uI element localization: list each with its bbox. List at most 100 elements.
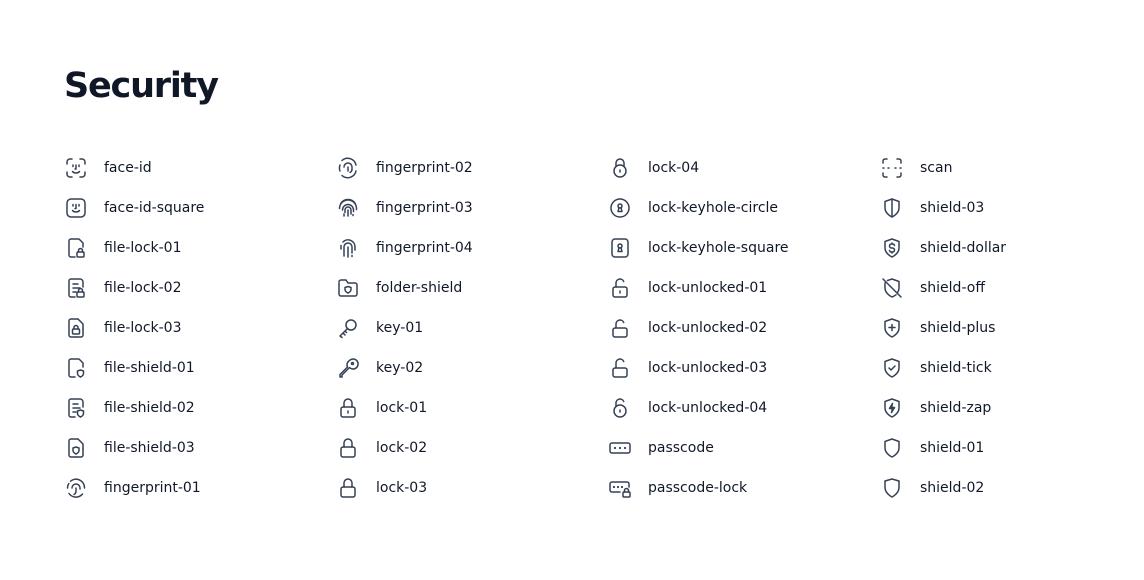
icon-label: folder-shield <box>376 280 463 296</box>
icon-item-folder-shield: folder-shield <box>336 268 608 308</box>
icon-item-fingerprint-03: fingerprint-03 <box>336 188 608 228</box>
file-shield-03-icon <box>64 436 88 460</box>
icon-label: fingerprint-04 <box>376 240 473 256</box>
icon-item-lock-01: lock-01 <box>336 388 608 428</box>
file-shield-02-icon <box>64 396 88 420</box>
icon-item-lock-04: lock-04 <box>608 148 880 188</box>
shield-02-icon <box>880 476 904 500</box>
shield-zap-icon <box>880 396 904 420</box>
file-lock-01-icon <box>64 236 88 260</box>
key-02-icon <box>336 356 360 380</box>
icon-item-face-id-square: face-id-square <box>64 188 336 228</box>
shield-dollar-icon <box>880 236 904 260</box>
icon-label: lock-01 <box>376 400 428 416</box>
icon-label: lock-04 <box>648 160 700 176</box>
icon-item-lock-unlocked-03: lock-unlocked-03 <box>608 348 880 388</box>
icon-label: face-id-square <box>104 200 205 216</box>
icon-label: lock-unlocked-03 <box>648 360 768 376</box>
shield-03-icon <box>880 196 904 220</box>
lock-04-icon <box>608 156 632 180</box>
icon-item-shield-03: shield-03 <box>880 188 1144 228</box>
icon-item-shield-plus: shield-plus <box>880 308 1144 348</box>
icon-item-shield-01: shield-01 <box>880 428 1144 468</box>
icon-item-lock-02: lock-02 <box>336 428 608 468</box>
icon-item-file-shield-02: file-shield-02 <box>64 388 336 428</box>
icon-label: lock-02 <box>376 440 428 456</box>
icon-item-lock-03: lock-03 <box>336 468 608 508</box>
icon-item-passcode: passcode <box>608 428 880 468</box>
icon-item-fingerprint-01: fingerprint-01 <box>64 468 336 508</box>
icon-item-file-shield-03: file-shield-03 <box>64 428 336 468</box>
face-id-icon <box>64 156 88 180</box>
file-shield-01-icon <box>64 356 88 380</box>
icon-label: file-lock-01 <box>104 240 182 256</box>
icon-label: passcode <box>648 440 714 456</box>
icon-label: lock-keyhole-square <box>648 240 789 256</box>
icon-item-shield-off: shield-off <box>880 268 1144 308</box>
page-title: Security <box>64 66 219 106</box>
icon-label: lock-unlocked-04 <box>648 400 768 416</box>
icon-item-lock-unlocked-04: lock-unlocked-04 <box>608 388 880 428</box>
icon-label: key-01 <box>376 320 424 336</box>
icon-item-scan: scan <box>880 148 1144 188</box>
lock-keyhole-square-icon <box>608 236 632 260</box>
icon-label: lock-03 <box>376 480 428 496</box>
icon-label: shield-dollar <box>920 240 1007 256</box>
icon-label: face-id <box>104 160 152 176</box>
icon-label: key-02 <box>376 360 424 376</box>
icon-label: fingerprint-02 <box>376 160 473 176</box>
icon-label: file-shield-03 <box>104 440 195 456</box>
icon-item-lock-unlocked-02: lock-unlocked-02 <box>608 308 880 348</box>
icon-item-key-01: key-01 <box>336 308 608 348</box>
icon-label: lock-unlocked-01 <box>648 280 768 296</box>
icon-label: file-lock-03 <box>104 320 182 336</box>
file-lock-02-icon <box>64 276 88 300</box>
icon-item-lock-keyhole-circle: lock-keyhole-circle <box>608 188 880 228</box>
icon-item-shield-tick: shield-tick <box>880 348 1144 388</box>
lock-unlocked-03-icon <box>608 356 632 380</box>
icon-label: shield-03 <box>920 200 985 216</box>
passcode-icon <box>608 436 632 460</box>
icon-label: fingerprint-01 <box>104 480 201 496</box>
icon-item-file-lock-02: file-lock-02 <box>64 268 336 308</box>
icon-item-lock-keyhole-square: lock-keyhole-square <box>608 228 880 268</box>
lock-unlocked-04-icon <box>608 396 632 420</box>
icon-grid: face-id face-id-square file-lock-01 file-lo… <box>64 148 1144 508</box>
icon-label: lock-unlocked-02 <box>648 320 768 336</box>
icon-item-fingerprint-04: fingerprint-04 <box>336 228 608 268</box>
icon-label: shield-off <box>920 280 985 296</box>
face-id-square-icon <box>64 196 88 220</box>
icon-item-fingerprint-02: fingerprint-02 <box>336 148 608 188</box>
icon-item-passcode-lock: passcode-lock <box>608 468 880 508</box>
icon-label: passcode-lock <box>648 480 748 496</box>
folder-shield-icon <box>336 276 360 300</box>
lock-unlocked-01-icon <box>608 276 632 300</box>
icon-label: shield-plus <box>920 320 996 336</box>
icon-label: shield-02 <box>920 480 985 496</box>
icon-item-key-02: key-02 <box>336 348 608 388</box>
key-01-icon <box>336 316 360 340</box>
fingerprint-03-icon <box>336 196 360 220</box>
icon-label: scan <box>920 160 953 176</box>
icon-item-file-shield-01: file-shield-01 <box>64 348 336 388</box>
icon-label: file-shield-02 <box>104 400 195 416</box>
icon-item-shield-02: shield-02 <box>880 468 1144 508</box>
shield-01-icon <box>880 436 904 460</box>
shield-off-icon <box>880 276 904 300</box>
passcode-lock-icon <box>608 476 632 500</box>
icon-label: lock-keyhole-circle <box>648 200 779 216</box>
file-lock-03-icon <box>64 316 88 340</box>
lock-unlocked-02-icon <box>608 316 632 340</box>
icon-item-shield-zap: shield-zap <box>880 388 1144 428</box>
icon-label: shield-tick <box>920 360 992 376</box>
icon-label: shield-zap <box>920 400 992 416</box>
lock-01-icon <box>336 396 360 420</box>
icon-label: file-shield-01 <box>104 360 195 376</box>
lock-keyhole-circle-icon <box>608 196 632 220</box>
lock-03-icon <box>336 476 360 500</box>
scan-icon <box>880 156 904 180</box>
icon-label: fingerprint-03 <box>376 200 473 216</box>
fingerprint-04-icon <box>336 236 360 260</box>
fingerprint-01-icon <box>64 476 88 500</box>
icon-item-shield-dollar: shield-dollar <box>880 228 1144 268</box>
